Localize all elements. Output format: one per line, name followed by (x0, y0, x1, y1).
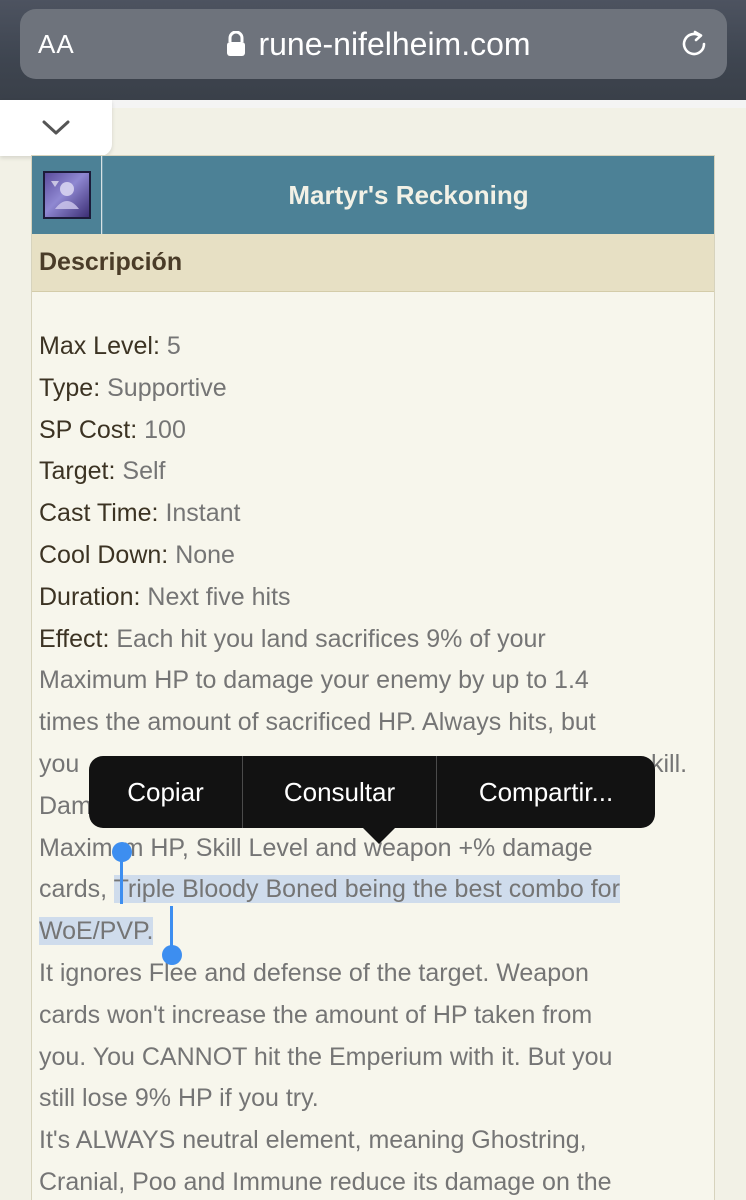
skill-panel: Martyr's Reckoning Descripción Max Level… (31, 155, 715, 1200)
effect-text-end: m HP, Skill Level and weapon +% damage (122, 833, 593, 862)
effect-text: Each hit you land sacrifices 9% of your (116, 624, 546, 653)
chevron-down-icon (42, 120, 70, 135)
attr-value: None (175, 540, 235, 569)
lookup-menu-item[interactable]: Consultar (243, 756, 436, 828)
effect-text-end: kill. (651, 749, 688, 778)
attr-value: Next five hits (147, 582, 291, 611)
url-text: rune-nifelheim.com (258, 25, 531, 62)
skill-icon-cell (32, 156, 102, 234)
skill-header: Martyr's Reckoning (32, 156, 714, 234)
attr-value: Instant (165, 499, 241, 528)
skill-title-cell: Martyr's Reckoning (102, 156, 714, 234)
attr-value: 5 (166, 332, 181, 360)
text-context-menu: Copiar Consultar Compartir... (89, 756, 655, 844)
lock-icon (227, 31, 246, 56)
paragraph-line: It ignores Flee and defense of the targe… (39, 958, 589, 987)
attr-value: Self (122, 457, 166, 486)
paragraph-line: still lose 9% HP if you try. (39, 1084, 319, 1113)
effect-text-start: you (39, 749, 80, 778)
attr-key: Effect: (39, 624, 110, 653)
copy-menu-item[interactable]: Copiar (89, 756, 242, 828)
description-header: Descripción (32, 234, 714, 292)
effect-line-2: Maximum HP to damage your enemy by up to… (39, 666, 589, 695)
attr-target: Target: Self (39, 451, 713, 493)
paragraph-line: Cranial, Poo and Immune reduce its damag… (39, 1167, 612, 1196)
selection-start-caret[interactable] (120, 858, 123, 904)
attr-key: Max Level: (39, 332, 160, 360)
effect-text-start: Maxim (39, 833, 113, 862)
paragraph-line: cards won't increase the amount of HP ta… (39, 1000, 593, 1029)
attr-key: Target: (39, 457, 116, 486)
selection-end-caret[interactable] (170, 906, 173, 950)
attr-key: Cool Down: (39, 540, 169, 569)
attr-key: Cast Time: (39, 499, 159, 528)
attr-key: SP Cost: (39, 415, 138, 444)
effect-line-1: Effect: Each hit you land sacrifices 9% … (39, 619, 713, 661)
effect-line-3: times the amount of sacrificed HP. Alway… (39, 708, 596, 737)
attr-duration: Duration: Next five hits (39, 577, 713, 619)
selected-text[interactable]: WoE/PVP. (39, 917, 154, 946)
effect-line-8[interactable]: WoE/PVP. (39, 911, 713, 953)
skill-title: Martyr's Reckoning (288, 179, 529, 210)
effect-text-plain: cards, (39, 875, 114, 904)
attr-key: Type: (39, 373, 101, 402)
attr-type: Type: Supportive (39, 368, 713, 410)
skill-icon (42, 171, 91, 219)
attr-cast-time: Cast Time: Instant (39, 493, 713, 535)
attr-sp-cost: SP Cost: 100 (39, 410, 713, 452)
selected-text[interactable]: Triple Bloody Boned being the best combo… (113, 875, 620, 904)
description-title: Descripción (39, 248, 183, 276)
address-bar[interactable]: AA rune-nifelheim.com (20, 9, 727, 79)
paragraph-line: It's ALWAYS neutral element, meaning Gho… (39, 1126, 587, 1155)
browser-toolbar: AA rune-nifelheim.com (0, 0, 746, 100)
attr-max-level: Max Level: 5 (39, 326, 713, 368)
paragraph-line: you. You CANNOT hit the Emperium with it… (39, 1042, 613, 1071)
effect-text-start: Dam (39, 791, 92, 820)
url-display[interactable]: rune-nifelheim.com (20, 9, 727, 79)
reload-icon[interactable] (679, 29, 709, 59)
selection-end-handle[interactable] (162, 945, 182, 965)
attr-key: Duration: (39, 582, 141, 611)
effect-line-7[interactable]: cards, Triple Bloody Boned being the bes… (39, 869, 713, 911)
attr-cool-down: Cool Down: None (39, 535, 713, 577)
menu-pointer (363, 828, 395, 844)
share-menu-item[interactable]: Compartir... (437, 756, 655, 828)
attr-value: Supportive (107, 373, 227, 402)
collapse-toolbar-button[interactable] (0, 100, 112, 156)
attr-value: 100 (144, 415, 186, 444)
